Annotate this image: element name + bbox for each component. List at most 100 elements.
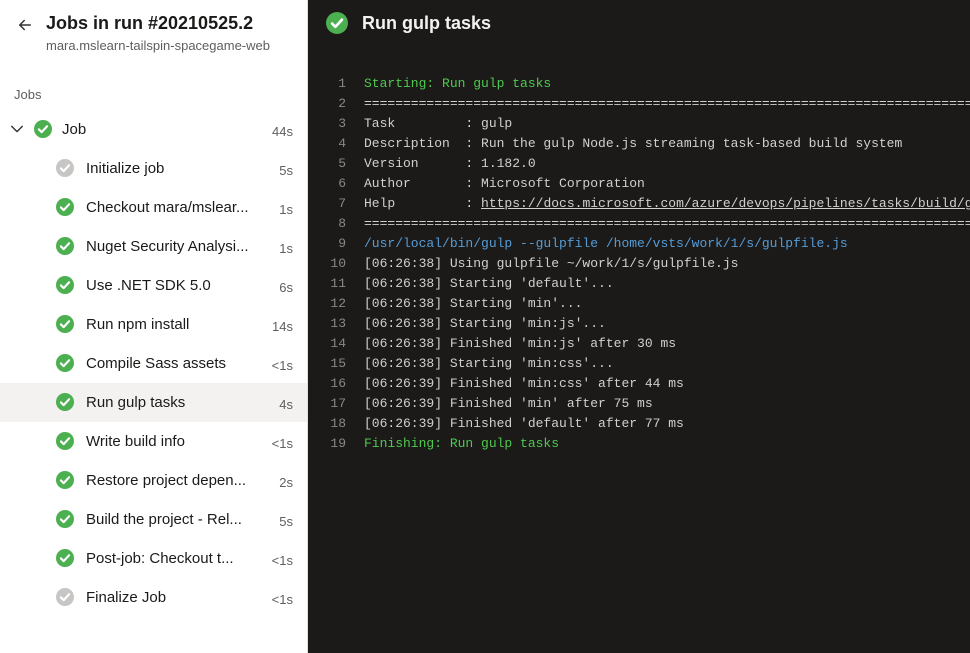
line-content: [06:26:39] Finished 'min:css' after 44 m… bbox=[364, 374, 970, 394]
log-line: 14[06:26:38] Finished 'min:js' after 30 … bbox=[308, 334, 970, 354]
line-content: Version : 1.182.0 bbox=[364, 154, 970, 174]
line-number: 6 bbox=[308, 174, 364, 194]
line-content: Finishing: Run gulp tasks bbox=[364, 434, 970, 454]
job-row[interactable]: Job 44s bbox=[0, 110, 307, 149]
log-line: 18[06:26:39] Finished 'default' after 77… bbox=[308, 414, 970, 434]
line-number: 11 bbox=[308, 274, 364, 294]
line-content: [06:26:39] Finished 'min' after 75 ms bbox=[364, 394, 970, 414]
line-number: 14 bbox=[308, 334, 364, 354]
success-icon bbox=[56, 510, 74, 528]
step-row[interactable]: Write build info <1s bbox=[0, 422, 307, 461]
log-line: 3Task : gulp bbox=[308, 114, 970, 134]
step-label: Write build info bbox=[86, 433, 260, 450]
step-duration: 2s bbox=[279, 471, 293, 490]
step-duration: <1s bbox=[272, 354, 293, 373]
success-icon bbox=[56, 315, 74, 333]
line-content: Author : Microsoft Corporation bbox=[364, 174, 970, 194]
log-line: 12[06:26:38] Starting 'min'... bbox=[308, 294, 970, 314]
line-content: ========================================… bbox=[364, 214, 970, 234]
step-row[interactable]: Build the project - Rel... 5s bbox=[0, 500, 307, 539]
jobs-section-label: Jobs bbox=[0, 65, 307, 110]
line-number: 7 bbox=[308, 194, 364, 214]
log-line: 16[06:26:39] Finished 'min:css' after 44… bbox=[308, 374, 970, 394]
line-number: 16 bbox=[308, 374, 364, 394]
log-line: 1Starting: Run gulp tasks bbox=[308, 74, 970, 94]
line-number: 8 bbox=[308, 214, 364, 234]
log-line: 9/usr/local/bin/gulp --gulpfile /home/vs… bbox=[308, 234, 970, 254]
line-number: 5 bbox=[308, 154, 364, 174]
step-row[interactable]: Post-job: Checkout t... <1s bbox=[0, 539, 307, 578]
line-number: 10 bbox=[308, 254, 364, 274]
line-number: 15 bbox=[308, 354, 364, 374]
step-label: Checkout mara/mslear... bbox=[86, 199, 267, 216]
back-arrow-icon bbox=[16, 16, 34, 34]
step-list: Initialize job 5s Checkout mara/mslear... 1… bbox=[0, 149, 307, 617]
log-line: 4Description : Run the gulp Node.js stre… bbox=[308, 134, 970, 154]
step-row[interactable]: Restore project depen...2s bbox=[0, 461, 307, 500]
line-content: [06:26:38] Using gulpfile ~/work/1/s/gul… bbox=[364, 254, 970, 274]
line-number: 9 bbox=[308, 234, 364, 254]
sidebar-title-wrap: Jobs in run #20210525.2 mara.mslearn-tai… bbox=[46, 12, 293, 55]
line-content: ========================================… bbox=[364, 94, 970, 114]
log-header: Run gulp tasks bbox=[308, 0, 970, 46]
line-number: 18 bbox=[308, 414, 364, 434]
step-row[interactable]: Run gulp tasks4s bbox=[0, 383, 307, 422]
success-icon bbox=[34, 120, 52, 138]
check-muted-icon bbox=[56, 588, 74, 606]
line-number: 12 bbox=[308, 294, 364, 314]
log-line: 6Author : Microsoft Corporation bbox=[308, 174, 970, 194]
step-row[interactable]: Compile Sass assets <1s bbox=[0, 344, 307, 383]
step-label: Initialize job bbox=[86, 160, 267, 177]
success-icon bbox=[56, 354, 74, 372]
step-row[interactable]: Nuget Security Analysi... 1s bbox=[0, 227, 307, 266]
sidebar-header: Jobs in run #20210525.2 mara.mslearn-tai… bbox=[0, 0, 307, 65]
line-content: Description : Run the gulp Node.js strea… bbox=[364, 134, 970, 154]
log-link[interactable]: https://docs.microsoft.com/azure/devops/… bbox=[481, 196, 970, 211]
line-number: 3 bbox=[308, 114, 364, 134]
page-subtitle: mara.mslearn-tailspin-spacegame-web bbox=[46, 37, 293, 55]
line-content: Task : gulp bbox=[364, 114, 970, 134]
line-number: 19 bbox=[308, 434, 364, 454]
log-line: 5Version : 1.182.0 bbox=[308, 154, 970, 174]
step-duration: 6s bbox=[279, 276, 293, 295]
step-label: Post-job: Checkout t... bbox=[86, 550, 260, 567]
success-icon bbox=[56, 393, 74, 411]
step-duration: 5s bbox=[279, 159, 293, 178]
step-label: Build the project - Rel... bbox=[86, 511, 267, 528]
log-line: 8=======================================… bbox=[308, 214, 970, 234]
step-duration: <1s bbox=[272, 432, 293, 451]
step-duration: 1s bbox=[279, 237, 293, 256]
log-line: 11[06:26:38] Starting 'default'... bbox=[308, 274, 970, 294]
step-row[interactable]: Initialize job 5s bbox=[0, 149, 307, 188]
back-button[interactable] bbox=[14, 14, 36, 36]
step-duration: 1s bbox=[279, 198, 293, 217]
success-icon bbox=[56, 198, 74, 216]
log-line: 15[06:26:38] Starting 'min:css'... bbox=[308, 354, 970, 374]
line-content: [06:26:38] Finished 'min:js' after 30 ms bbox=[364, 334, 970, 354]
step-duration: <1s bbox=[272, 549, 293, 568]
step-label: Nuget Security Analysi... bbox=[86, 238, 267, 255]
log-body[interactable]: 1Starting: Run gulp tasks2==============… bbox=[308, 46, 970, 653]
step-label: Use .NET SDK 5.0 bbox=[86, 277, 267, 294]
line-content: Help : https://docs.microsoft.com/azure/… bbox=[364, 194, 970, 214]
line-number: 4 bbox=[308, 134, 364, 154]
step-row[interactable]: Finalize Job<1s bbox=[0, 578, 307, 617]
log-line: 7Help : https://docs.microsoft.com/azure… bbox=[308, 194, 970, 214]
step-row[interactable]: Use .NET SDK 5.0 6s bbox=[0, 266, 307, 305]
log-line: 17[06:26:39] Finished 'min' after 75 ms bbox=[308, 394, 970, 414]
step-label: Compile Sass assets bbox=[86, 355, 260, 372]
step-label: Finalize Job bbox=[86, 589, 260, 606]
line-content: /usr/local/bin/gulp --gulpfile /home/vst… bbox=[364, 234, 970, 254]
step-row[interactable]: Checkout mara/mslear... 1s bbox=[0, 188, 307, 227]
step-duration: 5s bbox=[279, 510, 293, 529]
line-content: [06:26:38] Starting 'min:js'... bbox=[364, 314, 970, 334]
step-label: Run gulp tasks bbox=[86, 394, 267, 411]
success-icon bbox=[326, 12, 348, 34]
line-number: 2 bbox=[308, 94, 364, 114]
line-number: 1 bbox=[308, 74, 364, 94]
success-icon bbox=[56, 549, 74, 567]
success-icon bbox=[56, 432, 74, 450]
step-row[interactable]: Run npm install14s bbox=[0, 305, 307, 344]
success-icon bbox=[56, 276, 74, 294]
success-icon bbox=[56, 237, 74, 255]
